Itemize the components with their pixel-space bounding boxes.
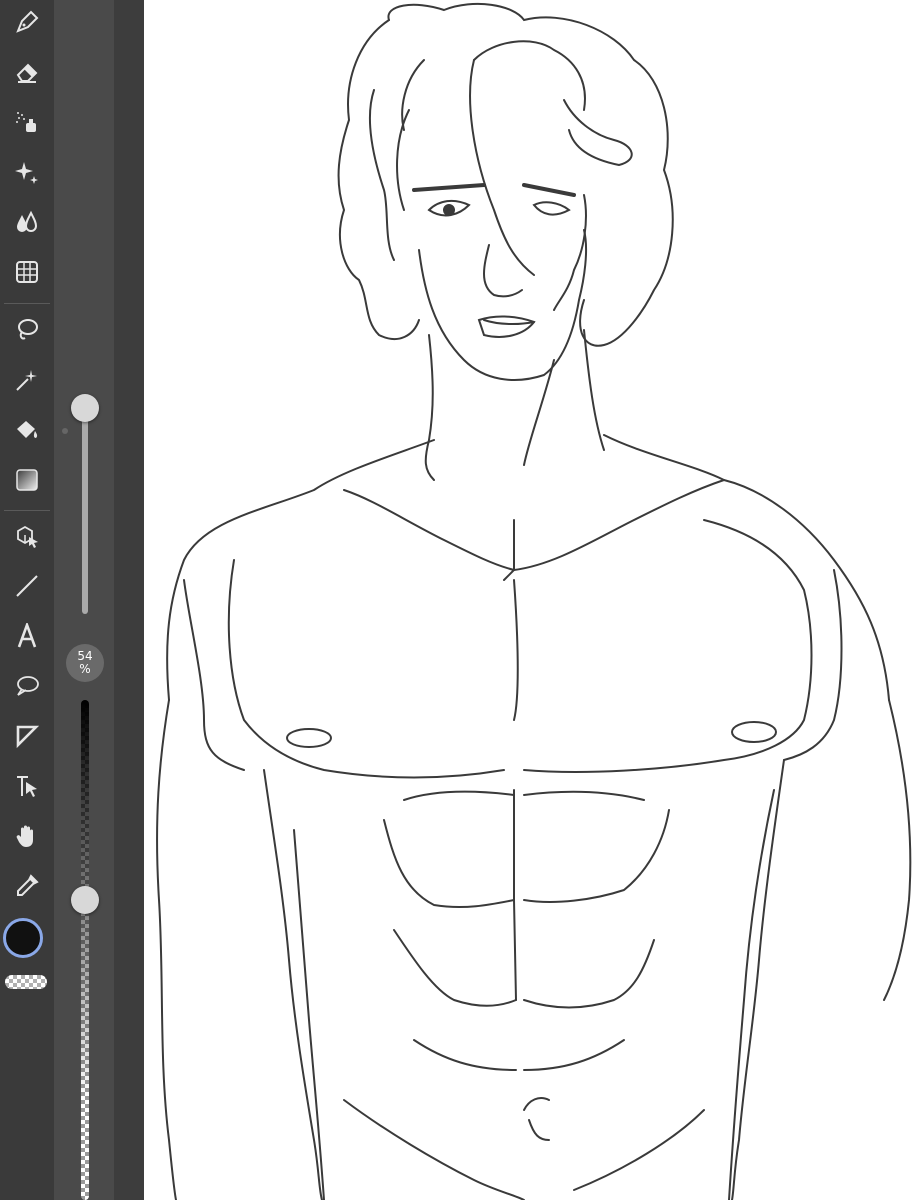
line-icon — [16, 575, 38, 597]
toolbar-divider — [4, 510, 50, 511]
eraser-tool[interactable] — [6, 52, 48, 92]
speech-bubble-tool[interactable] — [6, 666, 48, 706]
gradient-icon — [16, 469, 38, 491]
tool-palette — [0, 0, 54, 1200]
brush-opacity-slider-track[interactable] — [81, 700, 89, 1200]
3d-transform-tool[interactable] — [6, 516, 48, 556]
drops-icon — [17, 210, 38, 232]
blend-tool[interactable] — [6, 202, 48, 242]
toolbar-divider — [4, 303, 50, 304]
eyedropper-icon — [17, 874, 39, 896]
text-tool[interactable] — [6, 616, 48, 656]
eyedropper-tool[interactable] — [6, 866, 48, 906]
effects-tool[interactable] — [6, 152, 48, 192]
triangle-frame-icon — [16, 725, 40, 749]
speech-bubble-icon — [17, 676, 39, 696]
airbrush-tool[interactable] — [6, 102, 48, 142]
panel-edge — [114, 0, 145, 1200]
text-a-icon — [17, 623, 37, 648]
line-tool[interactable] — [6, 566, 48, 606]
brush-opacity-slider-knob[interactable] — [71, 886, 99, 914]
slider-dot — [62, 428, 68, 434]
move-arrow-icon — [17, 776, 37, 797]
brush-tool[interactable] — [6, 2, 48, 42]
lasso-icon — [18, 319, 38, 340]
brush-size-unit: % — [79, 662, 91, 676]
airbrush-icon — [16, 112, 36, 132]
magic-wand-tool[interactable] — [6, 360, 48, 400]
grid-icon — [16, 261, 38, 283]
magic-wand-icon — [16, 370, 37, 391]
sketch-artwork — [156, 3, 912, 1201]
eraser-icon — [16, 63, 38, 83]
paint-bucket-icon — [17, 421, 38, 438]
sparkle-icon — [15, 162, 38, 184]
primary-color-swatch[interactable] — [3, 918, 43, 958]
secondary-color-swatch[interactable] — [5, 975, 47, 989]
select-layer-tool[interactable] — [6, 766, 48, 806]
brush-size-readout: 54 % — [66, 644, 104, 682]
brush-size-slider-knob[interactable] — [71, 394, 99, 422]
gradient-tool[interactable] — [6, 460, 48, 500]
fill-tool[interactable] — [6, 410, 48, 450]
frame-tool[interactable] — [6, 716, 48, 756]
brush-size-slider-track[interactable] — [82, 408, 88, 614]
cube-cursor-icon — [17, 525, 38, 548]
hand-icon — [16, 825, 33, 847]
grid-tool[interactable] — [6, 252, 48, 292]
lasso-tool[interactable] — [6, 310, 48, 350]
drawing-canvas[interactable] — [144, 0, 915, 1201]
hand-tool[interactable] — [6, 816, 48, 856]
pen-nib-icon — [16, 10, 39, 33]
